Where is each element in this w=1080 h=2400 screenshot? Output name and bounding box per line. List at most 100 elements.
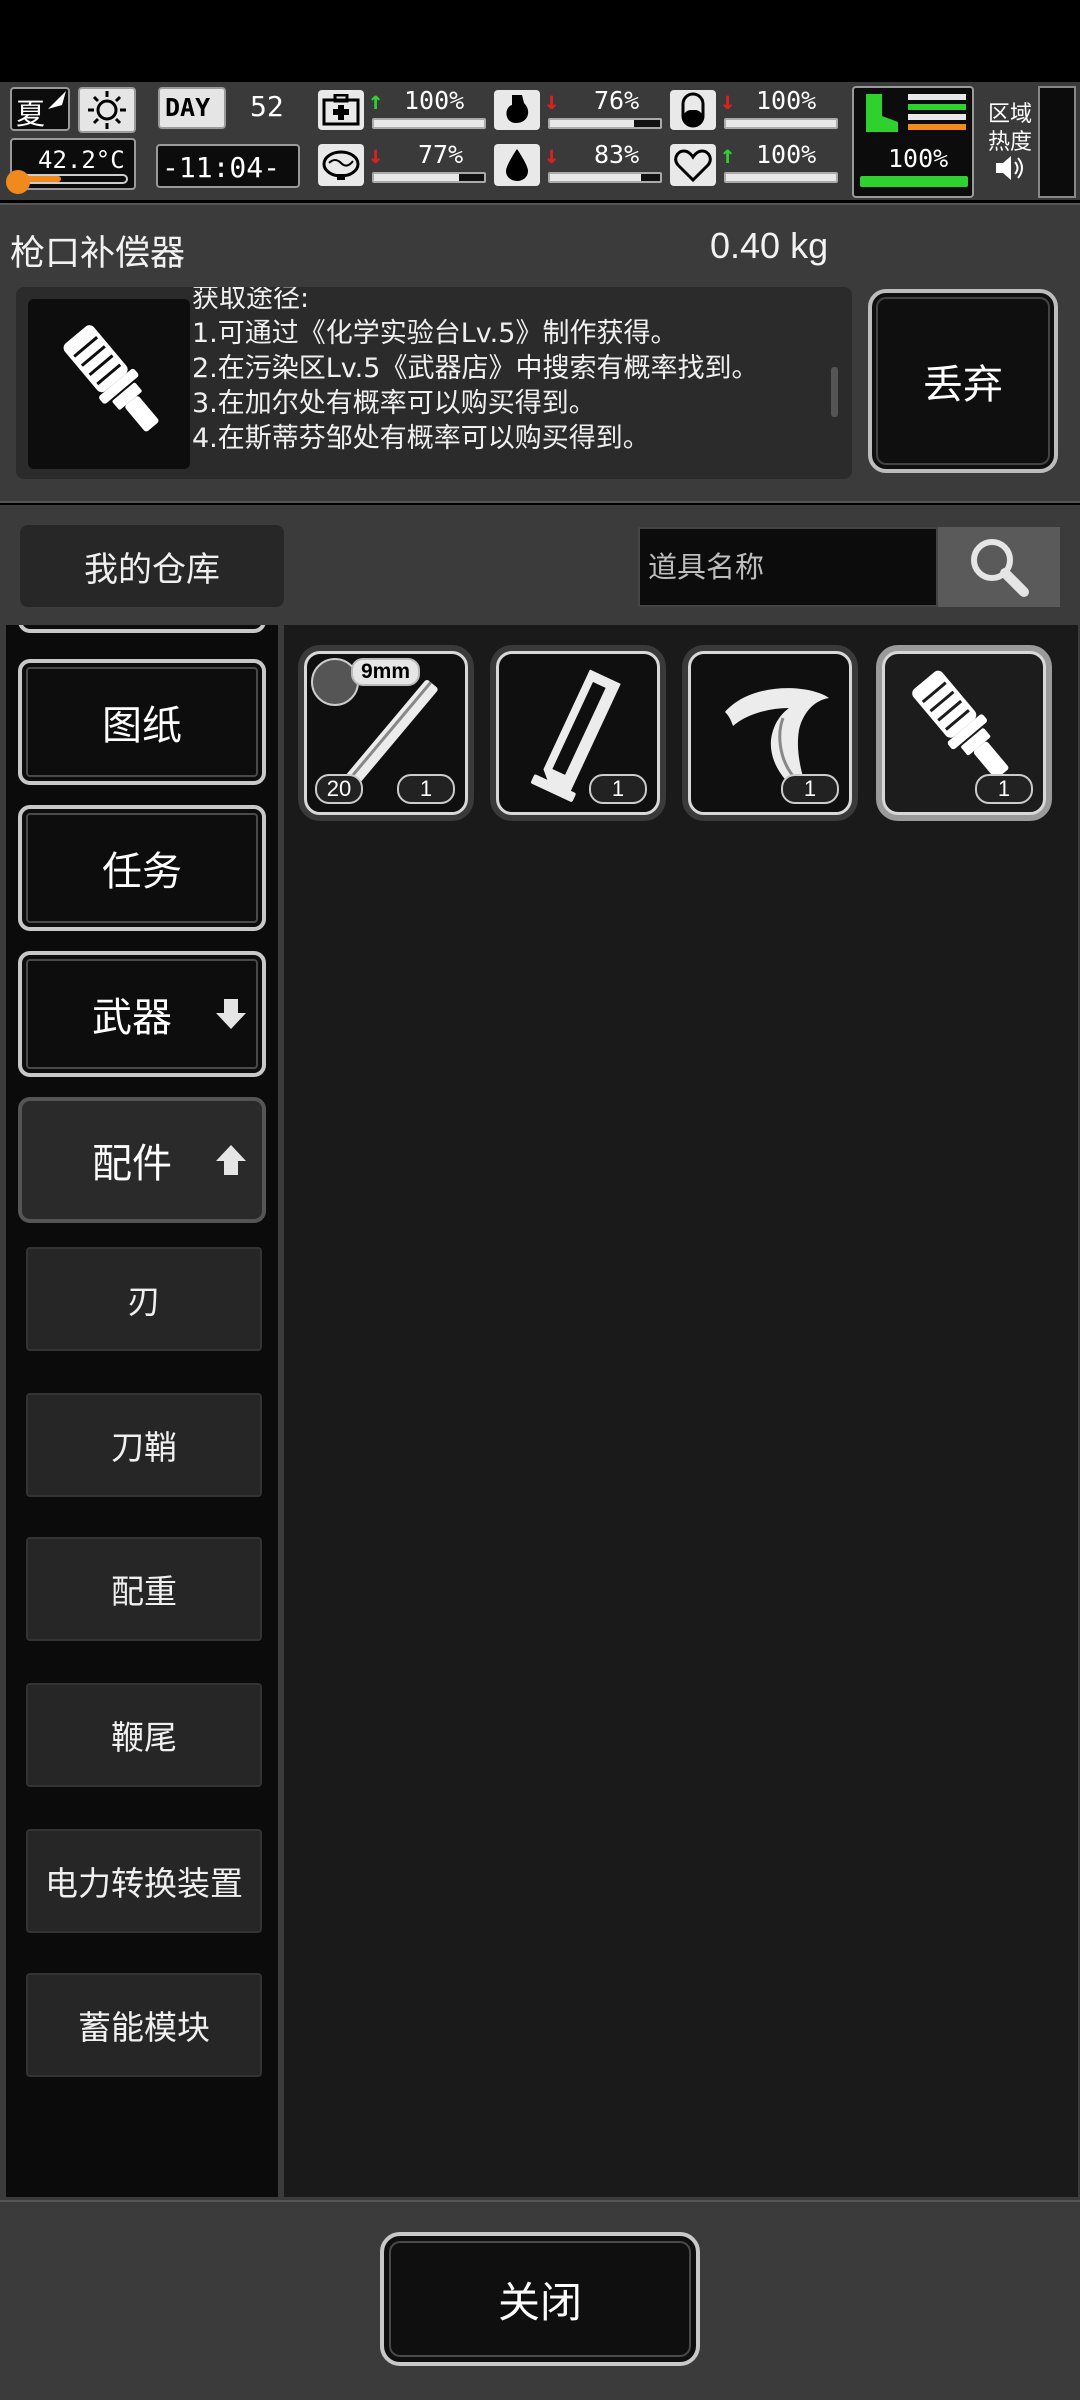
boot-icon: [866, 94, 898, 132]
stat-thirst-trend-arrow: ↓: [544, 140, 560, 169]
stat-health-trend-arrow: ↑: [368, 86, 384, 115]
stamina-box: 100%: [852, 86, 974, 198]
region-heat-label-2: 热度: [988, 130, 1033, 155]
clock-time: -11:04-: [162, 151, 281, 184]
caliber-tag: 9mm: [351, 658, 421, 686]
stat-hunger-value: 76%: [594, 86, 640, 115]
category-attachment[interactable]: 配件: [18, 1097, 266, 1223]
subcategory-whip-tail[interactable]: 鞭尾: [26, 1683, 262, 1787]
stat-medicine-trend-arrow: ↓: [720, 86, 736, 115]
heart-icon: [674, 149, 712, 182]
item-info-panel: 枪口补偿器 0.40 kg 获取途径: 1.可通过《化学实验台Lv.5》制作获得…: [0, 203, 1080, 503]
stat-mood-trend-arrow: ↑: [720, 140, 736, 169]
category-label: 武器: [92, 995, 172, 1041]
inventory-slot[interactable]: 9mm 20 1: [298, 645, 474, 821]
category-blueprint[interactable]: 图纸: [18, 659, 266, 785]
category-weapon[interactable]: 武器: [18, 951, 266, 1077]
category-quest[interactable]: 任务: [18, 805, 266, 931]
item-description-panel[interactable]: 获取途径: 1.可通过《化学实验台Lv.5》制作获得。 2.在污染区Lv.5《武…: [16, 287, 852, 479]
quantity-badge: 1: [589, 774, 647, 804]
description-scrollbar[interactable]: [831, 367, 838, 417]
tab-my-warehouse[interactable]: 我的仓库: [20, 525, 284, 607]
arrow-up-icon: [216, 1145, 246, 1175]
health-icon-box: [318, 90, 364, 130]
item-weight: 0.40 kg: [710, 225, 829, 266]
weather-sun-box: [78, 87, 136, 133]
temperature-box: 42.2°C: [6, 138, 136, 194]
stat-hunger-bar: [548, 118, 662, 129]
medkit-icon: [322, 94, 360, 126]
description-line: 4.在斯蒂芬邹处有概率可以购买得到。: [192, 423, 650, 454]
quantity-badge: 1: [781, 774, 839, 804]
subcategory-label: 刀鞘: [111, 1428, 177, 1467]
inventory-grid: 9mm 20 1 1 1 1: [284, 625, 1078, 2197]
inventory-slot-selected[interactable]: 1: [876, 645, 1052, 821]
stamina-bar: [860, 176, 968, 187]
subcategory-label: 鞭尾: [111, 1718, 177, 1757]
stat-mood-value: 100%: [756, 140, 817, 169]
brain-icon: [322, 150, 360, 180]
thermometer-bulb-icon: [6, 170, 30, 194]
stat-health-value: 100%: [404, 86, 465, 115]
footer-bar: 关闭: [0, 2200, 1080, 2400]
category-sidebar[interactable]: 图纸 任务 武器 配件 刃 刀鞘 配重 鞭尾 电力转换装置 蓄能模块: [6, 625, 278, 2197]
temperature-bar: [16, 174, 128, 184]
item-preview: [28, 299, 190, 469]
stat-health-bar: [372, 118, 486, 129]
discard-button[interactable]: 丢弃: [868, 289, 1058, 473]
subcategory-sheath[interactable]: 刀鞘: [26, 1393, 262, 1497]
stamina-stripes: [908, 94, 966, 130]
day-label: DAY: [165, 93, 211, 122]
description-line: 2.在污染区Lv.5《武器店》中搜索有概率找到。: [192, 353, 759, 384]
subcategory-energy-module[interactable]: 蓄能模块: [26, 1973, 262, 2077]
stat-mental-value: 77%: [418, 140, 464, 169]
inventory-slot[interactable]: 1: [682, 645, 858, 821]
stat-thirst-bar: [548, 172, 662, 183]
category-label: 图纸: [102, 703, 182, 749]
season-indicator: 夏: [10, 87, 70, 131]
mood-icon-box: [670, 144, 716, 186]
close-button[interactable]: 关闭: [380, 2232, 700, 2366]
category-label: 配件: [92, 1141, 172, 1187]
inventory-slot[interactable]: 1: [490, 645, 666, 821]
subcategory-counterweight[interactable]: 配重: [26, 1537, 262, 1641]
item-search-input[interactable]: [638, 527, 938, 607]
stomach-icon: [506, 95, 529, 123]
ammo-count-badge: 20: [315, 774, 363, 804]
category-label: 任务: [102, 849, 182, 895]
search-button[interactable]: [938, 527, 1060, 607]
stat-mood-bar: [724, 172, 838, 183]
description-line: 获取途径:: [192, 287, 310, 314]
medicine-icon-box: [670, 90, 716, 130]
muzzle-compensator-icon: [63, 325, 159, 432]
subcategory-label: 配重: [111, 1572, 177, 1611]
subcategory-blade[interactable]: 刃: [26, 1247, 262, 1351]
temperature-value: 42.2°C: [38, 146, 125, 174]
description-line: 1.可通过《化学实验台Lv.5》制作获得。: [192, 318, 678, 349]
status-hud: 夏 42.2°C DAY 52 -11:04- ↑ 100% ↓ 76% ↓ 1…: [0, 82, 1080, 200]
description-line: 3.在加尔处有概率可以购买得到。: [192, 388, 596, 419]
search-icon: [971, 539, 1029, 597]
item-name: 枪口补偿器: [10, 234, 186, 274]
category-partial-top[interactable]: [18, 625, 266, 633]
stamina-bar-fill: [862, 178, 966, 185]
subcategory-label: 电力转换装置: [45, 1864, 243, 1903]
stat-medicine-value: 100%: [756, 86, 817, 115]
arrow-down-icon: [216, 999, 246, 1029]
region-heat-meter: [1038, 86, 1076, 198]
inventory-main: 图纸 任务 武器 配件 刃 刀鞘 配重 鞭尾 电力转换装置 蓄能模块 9mm 2…: [0, 625, 1080, 2200]
capsule-icon: [681, 92, 705, 128]
subcategory-label: 蓄能模块: [78, 2008, 210, 2047]
day-box: DAY: [158, 87, 226, 129]
season-leaf-icon: [48, 91, 66, 109]
thirst-icon-box: [494, 144, 540, 186]
mental-icon-box: [318, 144, 364, 186]
subcategory-power-converter[interactable]: 电力转换装置: [26, 1829, 262, 1933]
stat-hunger-trend-arrow: ↓: [544, 86, 560, 115]
warehouse-toolbar: 我的仓库: [0, 505, 1080, 625]
sun-icon: [88, 91, 126, 129]
hunger-icon-box: [494, 90, 540, 130]
item-description: 获取途径: 1.可通过《化学实验台Lv.5》制作获得。 2.在污染区Lv.5《武…: [192, 287, 832, 456]
speaker-icon[interactable]: [994, 154, 1028, 182]
subcategory-label: 刃: [127, 1282, 161, 1321]
